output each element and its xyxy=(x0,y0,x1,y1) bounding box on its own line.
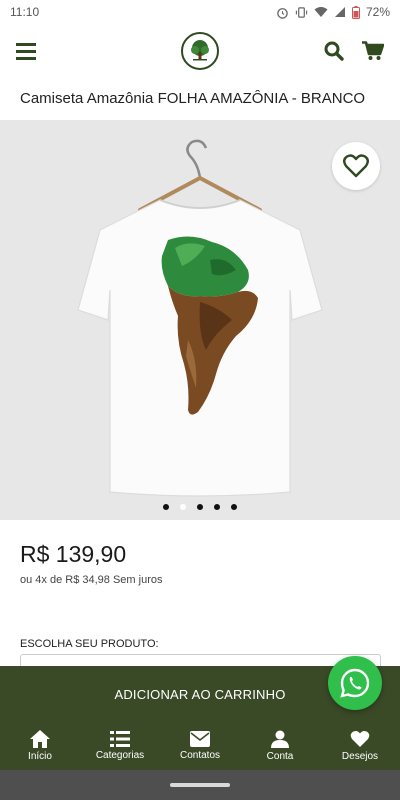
alarm-icon xyxy=(277,7,288,19)
add-to-cart-label: ADICIONAR AO CARRINHO xyxy=(114,686,286,702)
wifi-icon xyxy=(314,7,328,17)
battery-icon xyxy=(351,5,360,19)
home-icon xyxy=(30,730,50,748)
gesture-handle[interactable] xyxy=(170,783,230,787)
tree-logo[interactable] xyxy=(181,32,219,70)
user-icon xyxy=(271,730,289,748)
nav-item-categorias[interactable]: Categorias xyxy=(80,722,160,770)
choose-product-label: ESCOLHA SEU PRODUTO: xyxy=(20,638,159,650)
envelope-icon xyxy=(190,731,210,747)
list-icon xyxy=(110,731,130,747)
cart-icon[interactable] xyxy=(362,41,384,61)
installments-text: ou 4x de R$ 34,98 Sem juros xyxy=(20,574,163,586)
nav-item-conta[interactable]: Conta xyxy=(240,722,320,770)
gallery-dot[interactable] xyxy=(231,504,237,510)
wishlist-button[interactable] xyxy=(332,142,380,190)
battery-level: 72% xyxy=(365,5,390,19)
nav-label: Início xyxy=(28,751,52,762)
product-gallery[interactable] xyxy=(0,120,400,520)
gallery-dot[interactable] xyxy=(197,504,203,510)
status-time: 11:10 xyxy=(10,5,40,19)
heart-icon xyxy=(350,730,370,747)
product-price: R$ 139,90 xyxy=(20,541,127,567)
nav-label: Contatos xyxy=(179,750,221,761)
gallery-dot[interactable] xyxy=(180,504,186,510)
nav-label: Conta xyxy=(266,751,294,762)
status-icons: 72% xyxy=(276,5,390,19)
nav-item-desejos[interactable]: Desejos xyxy=(320,722,400,770)
whatsapp-icon xyxy=(340,668,370,698)
vibrate-icon xyxy=(295,6,308,18)
nav-item-inicio[interactable]: Início xyxy=(0,722,80,770)
bottom-nav: Início Categorias Contatos Conta Desejos xyxy=(0,722,400,770)
nav-label: Desejos xyxy=(341,751,379,762)
nav-item-contatos[interactable]: Contatos xyxy=(160,722,240,770)
status-bar: 11:10 72% xyxy=(0,0,400,24)
whatsapp-button[interactable] xyxy=(328,656,382,710)
search-icon[interactable] xyxy=(324,41,344,61)
product-title: Camiseta Amazônia FOLHA AMAZÔNIA - BRANC… xyxy=(20,90,366,107)
gallery-dot[interactable] xyxy=(163,504,169,510)
gallery-dot[interactable] xyxy=(214,504,220,510)
menu-icon[interactable] xyxy=(16,42,36,60)
system-gesture-bar xyxy=(0,770,400,800)
heart-outline-icon xyxy=(343,154,369,178)
nav-label: Categorias xyxy=(95,750,145,761)
signal-icon xyxy=(334,7,345,17)
gallery-dots xyxy=(0,504,400,510)
app-header xyxy=(0,24,400,78)
